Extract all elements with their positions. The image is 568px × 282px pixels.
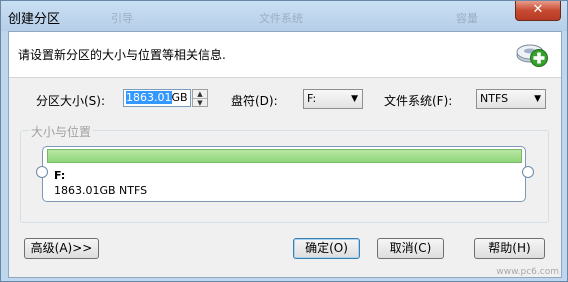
ok-button[interactable]: 确定(O)	[293, 238, 360, 259]
background-text: 文件系统	[259, 12, 303, 25]
left-resize-handle[interactable]	[36, 166, 48, 178]
size-unit: GB	[171, 91, 188, 104]
spin-down-icon[interactable]: ▼	[193, 99, 207, 107]
add-partition-icon	[516, 44, 548, 67]
header-description: 请设置新分区的大小与位置等相关信息.	[18, 48, 226, 62]
background-text: 容量	[456, 12, 478, 25]
watermark: www.pc6.com	[496, 267, 559, 277]
drive-letter-label: 盘符(D):	[231, 94, 278, 108]
cancel-button[interactable]: 取消(C)	[377, 238, 444, 259]
dialog-body: 请设置新分区的大小与位置等相关信息. 分区大小(S): 1863.01GB ▲ …	[8, 31, 562, 278]
size-value: 1863.01	[126, 91, 172, 104]
spin-up-icon[interactable]: ▲	[193, 90, 207, 99]
size-spinner[interactable]: ▲ ▼	[192, 89, 208, 107]
advanced-button[interactable]: 高级(A)>>	[24, 238, 99, 259]
chevron-down-icon: ▼	[351, 94, 358, 104]
partition-drive-letter: F:	[54, 169, 66, 182]
file-system-dropdown[interactable]: NTFS ▼	[476, 89, 546, 109]
background-text: 引导	[111, 12, 133, 25]
partition-size-label: 分区大小(S):	[36, 94, 106, 108]
partition-info: 1863.01GB NTFS	[54, 184, 148, 197]
window-title: 创建分区	[8, 12, 61, 27]
file-system-value: NTFS	[480, 92, 509, 105]
help-button[interactable]: 帮助(H)	[474, 238, 545, 259]
drive-letter-dropdown[interactable]: F: ▼	[303, 89, 363, 109]
create-partition-dialog: 创建分区 引导 文件系统 容量 ✕ 请设置新分区的大小与位置等相关信息. 分区大…	[0, 0, 568, 282]
chevron-down-icon: ▼	[534, 94, 541, 104]
partition-size-input[interactable]: 1863.01GB	[123, 89, 191, 107]
drive-letter-value: F:	[307, 92, 317, 105]
dialog-header: 请设置新分区的大小与位置等相关信息.	[9, 32, 561, 78]
close-button[interactable]: ✕	[515, 1, 561, 21]
title-bar[interactable]: 创建分区 引导 文件系统 容量 ✕	[1, 1, 567, 31]
file-system-label: 文件系统(F):	[384, 94, 453, 108]
partition-usage-bar	[47, 149, 522, 163]
group-legend: 大小与位置	[29, 123, 94, 140]
right-resize-handle[interactable]	[522, 166, 534, 178]
close-icon: ✕	[532, 2, 544, 17]
